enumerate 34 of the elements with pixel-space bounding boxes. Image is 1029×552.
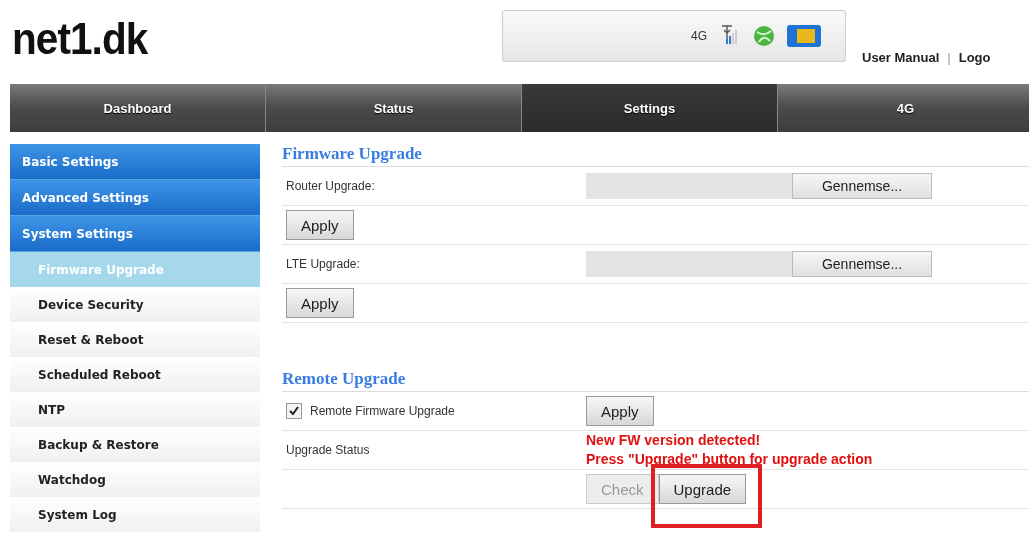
apply-button[interactable]: Apply: [286, 288, 354, 318]
sidebar-section[interactable]: Basic Settings: [10, 144, 260, 180]
nav-tab[interactable]: Status: [266, 84, 522, 132]
sim-card-icon: [787, 25, 821, 47]
sidebar-item[interactable]: Reset & Reboot: [10, 322, 260, 357]
status-message: Press "Upgrade" button for upgrade action: [586, 450, 873, 469]
header-link[interactable]: User Manual: [862, 50, 940, 65]
apply-button[interactable]: Apply: [586, 396, 654, 426]
checkbox-label: Remote Firmware Upgrade: [310, 404, 455, 418]
header-link[interactable]: Logo: [958, 50, 991, 65]
sidebar-section[interactable]: System Settings: [10, 216, 260, 252]
logo: net1.dk: [12, 14, 149, 64]
section-title: Firmware Upgrade: [282, 144, 1029, 167]
sidebar-item[interactable]: System Log: [10, 497, 260, 532]
apply-button[interactable]: Apply: [286, 210, 354, 240]
nav-tab[interactable]: 4G: [778, 84, 1029, 132]
checkbox[interactable]: [286, 403, 302, 419]
sidebar-item[interactable]: Device Security: [10, 287, 260, 322]
sidebar-item[interactable]: Scheduled Reboot: [10, 357, 260, 392]
field-label: LTE Upgrade:: [286, 257, 361, 271]
status-message: New FW version detected!: [586, 431, 762, 450]
sidebar-item[interactable]: Backup & Restore: [10, 427, 260, 462]
upgrade-button[interactable]: Upgrade: [658, 474, 747, 504]
network-type: 4G: [691, 29, 707, 43]
section-title: Remote Upgrade: [282, 369, 1029, 392]
nav-tab[interactable]: Settings: [522, 84, 778, 132]
sidebar-section[interactable]: Advanced Settings: [10, 180, 260, 216]
globe-icon: [753, 25, 775, 47]
sidebar-item[interactable]: NTP: [10, 392, 260, 427]
field-label: Router Upgrade:: [286, 179, 376, 193]
nav-tab[interactable]: Dashboard: [10, 84, 266, 132]
link-separator: |: [947, 50, 951, 65]
field-label: Upgrade Status: [286, 443, 371, 457]
sidebar-item[interactable]: Watchdog: [10, 462, 260, 497]
